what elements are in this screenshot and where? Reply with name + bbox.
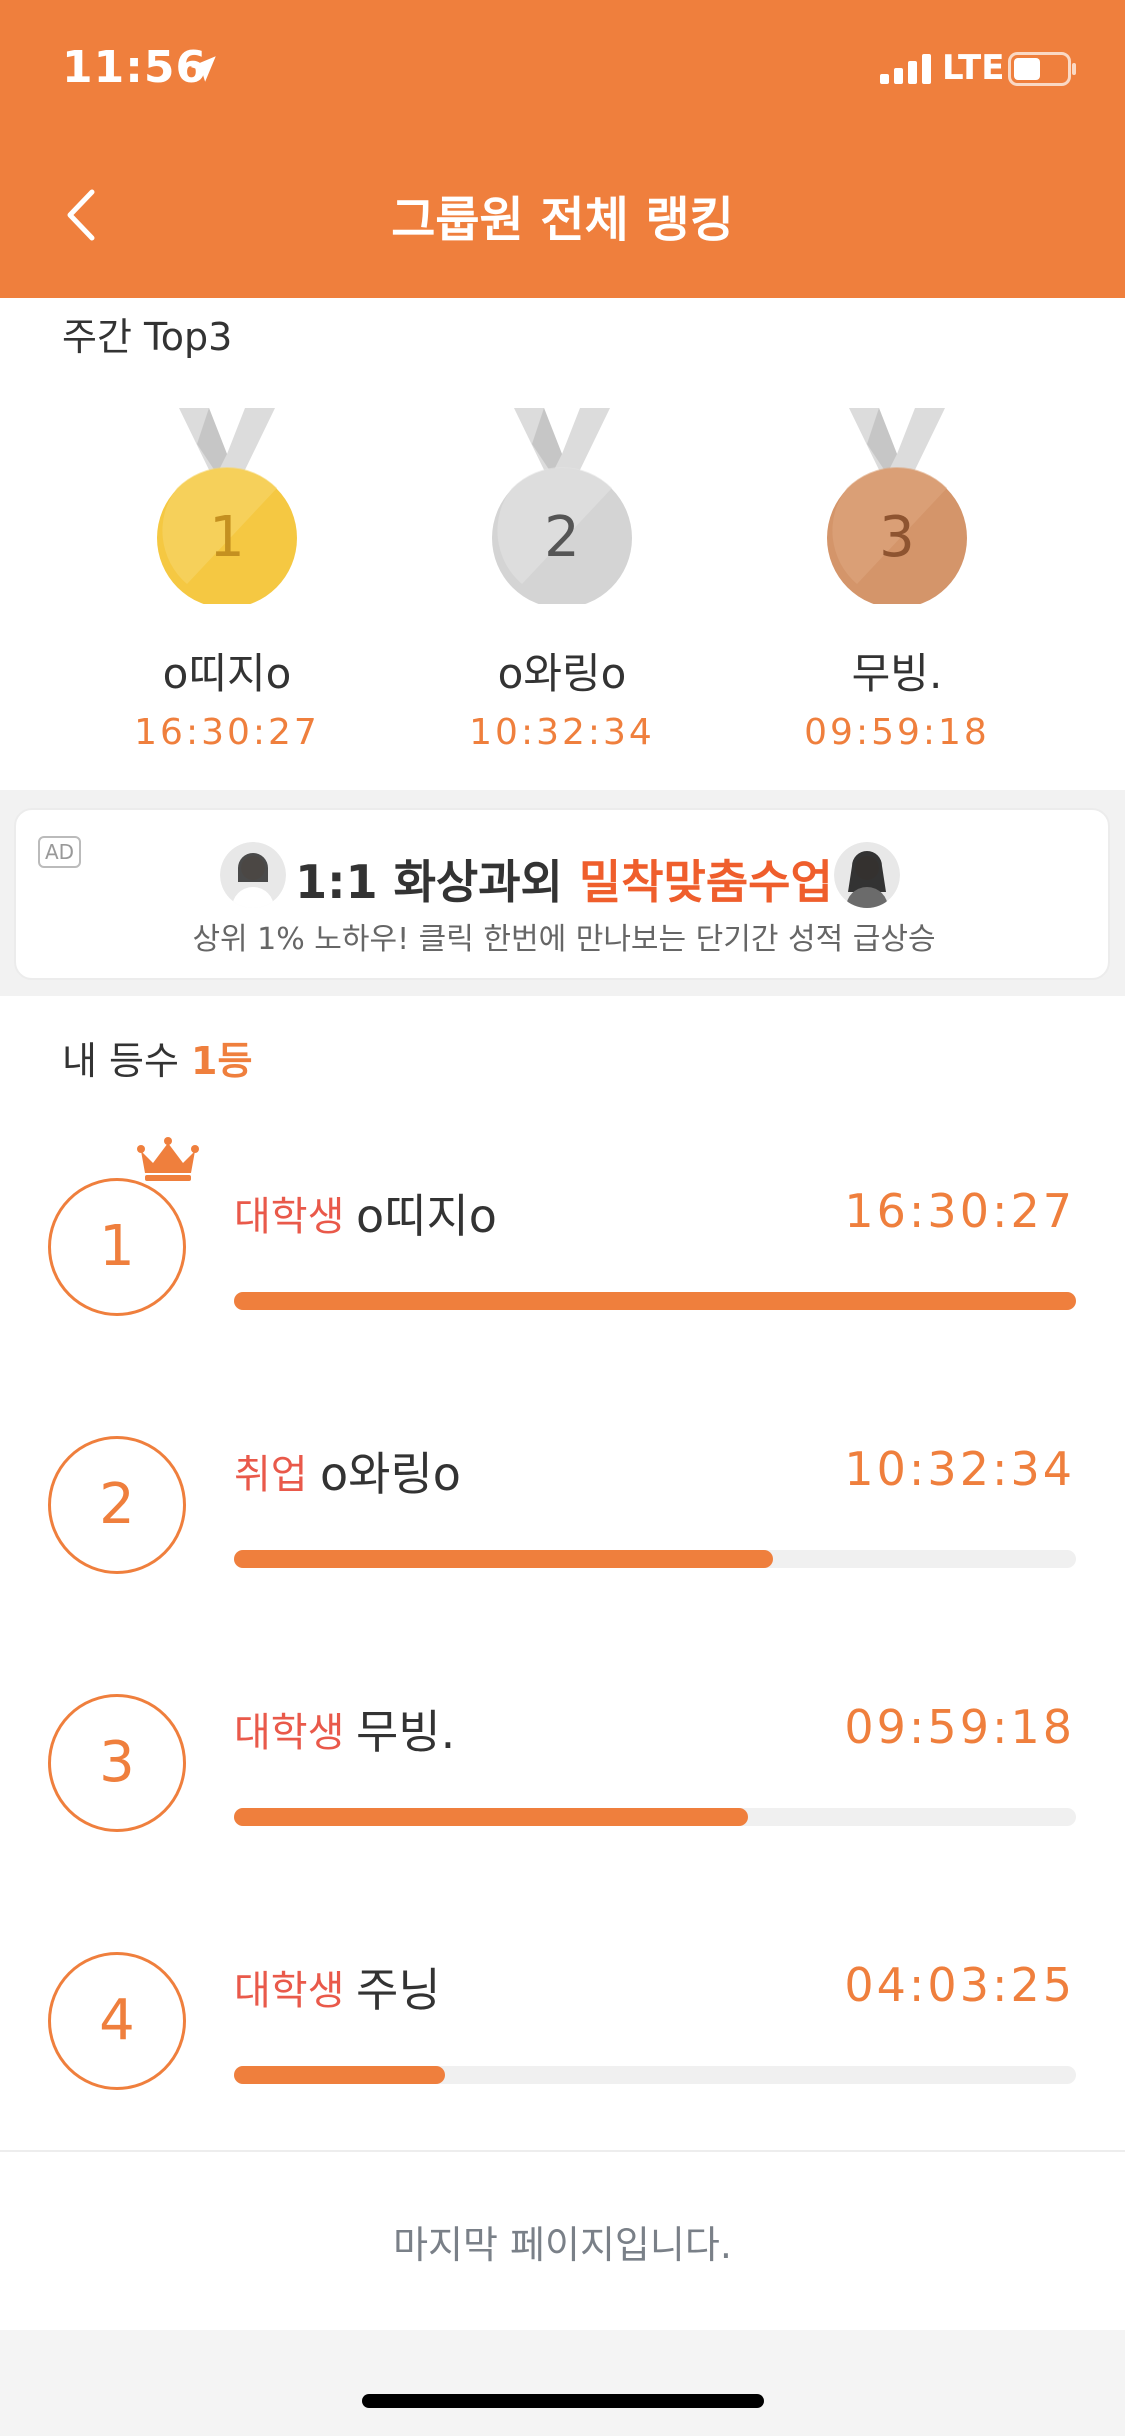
study-time: 10:32:34 (844, 1442, 1075, 1496)
rank-badge: 4 (48, 1952, 186, 2090)
bronze-medal-icon: 3 (827, 408, 967, 604)
progress-fill (234, 1808, 748, 1826)
rank-badge: 1 (48, 1137, 199, 1316)
study-time: 16:30:27 (844, 1184, 1075, 1238)
user-category: 대학생 (234, 1968, 345, 2014)
svg-text:3: 3 (879, 505, 915, 570)
top3-name-1: o띠지o (162, 649, 292, 698)
progress-bar (234, 1292, 1076, 1310)
my-rank: 내 등수 1등 (62, 1039, 253, 1083)
status-bar: 11:56 LTE (0, 0, 1125, 140)
study-time: 09:59:18 (844, 1700, 1075, 1754)
home-indicator[interactable] (362, 2394, 764, 2408)
study-time: 04:03:25 (844, 1958, 1075, 2012)
gold-medal-icon: 1 (157, 408, 297, 604)
user-name: o와링o (320, 1447, 461, 1501)
footer-background (0, 2330, 1125, 2436)
progress-bar (234, 2066, 1076, 2084)
location-arrow-icon (190, 56, 216, 82)
ranking-row: 4 대학생 주닝 04:03:25 (0, 1936, 1125, 2136)
user-category: 취업 (234, 1452, 308, 1498)
end-of-list-message: 마지막 페이지입니다. (393, 2223, 732, 2267)
progress-fill (234, 2066, 445, 2084)
battery-icon (1008, 52, 1076, 86)
network-type: LTE (942, 48, 1005, 88)
top3-time-3: 09:59:18 (804, 712, 990, 753)
user-category: 대학생 (234, 1194, 345, 1240)
svg-text:1: 1 (209, 505, 245, 570)
ranking-row: 3 대학생 무빙. 09:59:18 (0, 1678, 1125, 1878)
rank-badge: 2 (48, 1436, 186, 1574)
ad-title: 1:1 화상과외 밀착맞춤수업 (295, 855, 833, 909)
progress-bar (234, 1808, 1076, 1826)
progress-bar (234, 1550, 1076, 1568)
top3-label: 주간 Top3 (62, 315, 233, 359)
svg-text:2: 2 (544, 505, 580, 570)
ad-subtitle: 상위 1% 노하우! 클릭 한번에 만나보는 단기간 성적 급상승 (192, 922, 936, 957)
top3-name-3: 무빙. (851, 649, 943, 698)
top3-time-2: 10:32:34 (469, 712, 655, 753)
silver-medal-icon: 2 (492, 408, 632, 604)
ranking-row: 2 취업 o와링o 10:32:34 (0, 1420, 1125, 1620)
user-name: 주닝 (356, 1963, 441, 2017)
ad-banner[interactable]: AD 1:1 화상과외 밀착맞춤수업 상위 1% 노하우! 클릭 한번에 만나보… (14, 808, 1110, 980)
footer-divider (0, 2150, 1125, 2152)
top3-time-1: 16:30:27 (134, 712, 320, 753)
app-header: 11:56 LTE 그룹원 전체 랭킹 (0, 0, 1125, 298)
crown-icon (137, 1137, 199, 1181)
user-category: 대학생 (234, 1710, 345, 1756)
signal-icon (880, 54, 931, 84)
progress-fill (234, 1292, 1076, 1310)
page-title: 그룹원 전체 랭킹 (391, 192, 734, 248)
rank-badge: 3 (48, 1694, 186, 1832)
progress-fill (234, 1550, 773, 1568)
student-avatar-icon (834, 842, 900, 908)
user-name: 무빙. (356, 1705, 456, 1759)
user-name: o띠지o (356, 1189, 497, 1243)
ranking-row: 1 대학생 o띠지o 16:30:27 (0, 1137, 1125, 1362)
top3-name-2: o와링o (497, 649, 627, 698)
